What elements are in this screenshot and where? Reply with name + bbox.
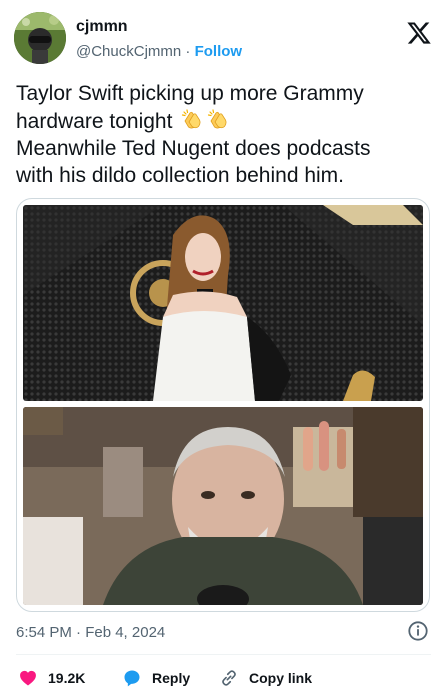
- info-icon[interactable]: [407, 620, 429, 642]
- tweet-line-2-text: hardware tonight: [16, 110, 173, 133]
- photo-podcast-room[interactable]: [23, 407, 423, 605]
- action-bar: 19.2K Reply Copy link: [16, 664, 436, 692]
- divider: [16, 654, 431, 655]
- copy-link-button[interactable]: Copy link: [219, 664, 312, 692]
- tweet-timestamp[interactable]: 6:54 PM · Feb 4, 2024: [16, 624, 165, 641]
- tweet-text: Taylor Swift picking up more Grammy hard…: [16, 80, 436, 189]
- tweet-card: cjmmn @ChuckCjmmn · Follow Taylor Swift …: [0, 0, 447, 694]
- avatar[interactable]: [14, 12, 66, 64]
- tweet-line-3: Meanwhile Ted Nugent does podcasts: [16, 137, 371, 160]
- follow-button[interactable]: Follow: [195, 43, 243, 60]
- copy-link-label: Copy link: [249, 670, 313, 686]
- tweet-header: cjmmn @ChuckCjmmn · Follow: [14, 12, 434, 66]
- like-count: 19.2K: [48, 670, 86, 686]
- tweet-line-1: Taylor Swift picking up more Grammy: [16, 82, 364, 105]
- clapping-hands-icon: [182, 109, 201, 129]
- reply-button[interactable]: Reply: [122, 664, 190, 692]
- link-icon: [222, 670, 236, 686]
- reply-label: Reply: [152, 670, 191, 686]
- x-logo-icon[interactable]: [406, 20, 432, 46]
- photo-grammy-red-carpet[interactable]: [23, 205, 423, 401]
- handle-separator: ·: [185, 43, 191, 60]
- media-container: [16, 198, 430, 612]
- reply-bubble-icon: [124, 670, 140, 687]
- tweet-line-2: hardware tonight: [16, 107, 436, 135]
- author-name[interactable]: cjmmn: [76, 18, 128, 36]
- heart-icon: [20, 670, 36, 686]
- like-button[interactable]: 19.2K: [18, 664, 85, 692]
- author-handle[interactable]: @ChuckCjmmn: [76, 43, 181, 60]
- author-handle-row: @ChuckCjmmn · Follow: [76, 43, 242, 60]
- clapping-hands-icon: [208, 109, 227, 129]
- tweet-line-4: with his dildo collection behind him.: [16, 164, 345, 187]
